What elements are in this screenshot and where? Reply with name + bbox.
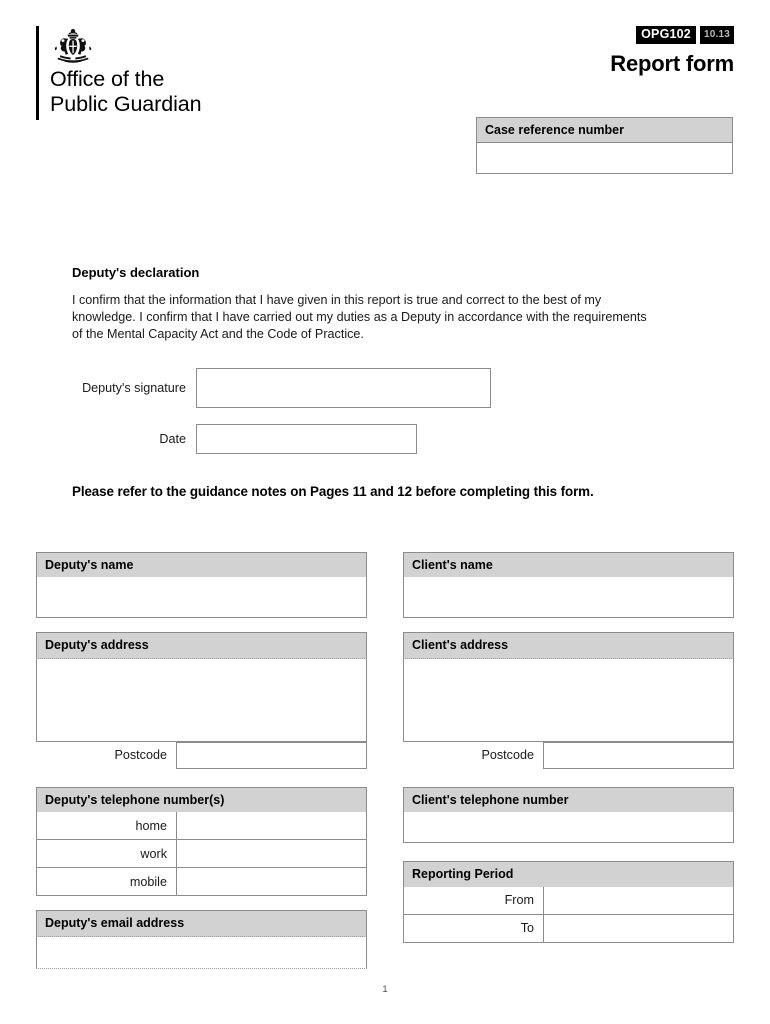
deputy-postcode-input[interactable] [176,741,367,769]
organisation-name: Office of the Public Guardian [50,67,202,116]
client-postcode-input[interactable] [543,741,734,769]
guidance-note: Please refer to the guidance notes on Pa… [72,484,594,499]
reporting-period-from-row: From [403,886,734,915]
organisation-branding: Office of the Public Guardian [36,26,202,120]
brand-body: Office of the Public Guardian [50,26,202,117]
deputy-signature-input[interactable] [196,368,491,408]
client-name-block: Client's name [403,552,734,619]
declaration-date-label: Date [159,432,186,446]
deputy-postcode-row: Postcode [36,741,367,769]
declaration-body: I confirm that the information that I ha… [72,293,647,342]
deputy-telephone-block: Deputy's telephone number(s) home work m… [36,786,367,897]
deputy-phone-home-input[interactable] [177,812,366,840]
deputy-phone-mobile-input[interactable] [177,868,366,896]
client-postcode-label: Postcode [481,748,534,763]
client-details-column: Client's name Client's address Postcode … [403,552,734,943]
client-address-label: Client's address [403,632,734,659]
declaration-date-input[interactable] [196,424,417,454]
deputy-phone-home-label: home [37,812,177,840]
client-name-label: Client's name [403,552,734,578]
brand-rule-divider [36,26,39,120]
client-telephone-label: Client's telephone number [403,786,734,813]
deputy-postcode-label: Postcode [114,748,167,763]
page-title: Report form [610,51,734,76]
declaration-section: Deputy's declaration I confirm that the … [72,265,657,344]
client-address-input[interactable] [403,658,734,742]
client-postcode-row: Postcode [403,741,734,769]
deputy-telephone-label: Deputy's telephone number(s) [36,786,367,813]
form-version-badge: 10.13 [699,26,734,44]
client-telephone-input[interactable] [403,812,734,844]
case-reference-block: Case reference number [476,117,733,175]
deputy-address-block: Deputy's address Postcode [36,632,367,769]
deputy-phone-mobile-label: mobile [37,868,177,896]
deputy-phone-work-input[interactable] [177,840,366,868]
reporting-period-label: Reporting Period [403,861,734,887]
form-code-badge: OPG102 [636,26,696,44]
client-address-block: Client's address Postcode [403,632,734,769]
deputy-address-input[interactable] [36,658,367,742]
deputy-details-column: Deputy's name Deputy's address Postcode … [36,552,367,969]
reporting-period-from-input[interactable] [544,886,733,914]
deputy-signature-row: Deputy's signature [72,368,491,408]
reporting-period-to-label: To [404,914,544,942]
deputy-phone-work-row: work [36,840,367,869]
deputy-phone-work-label: work [37,840,177,868]
deputy-address-label: Deputy's address [36,632,367,659]
deputy-name-label: Deputy's name [36,552,367,578]
declaration-title: Deputy's declaration [72,265,200,280]
reporting-period-to-row: To [403,914,734,943]
client-name-input[interactable] [403,577,734,619]
case-reference-input[interactable] [476,142,733,175]
page-number: 1 [382,984,388,995]
royal-coat-of-arms-icon [54,29,92,63]
deputy-email-input[interactable] [36,936,367,969]
reporting-period-from-label: From [404,886,544,914]
form-page: Office of the Public Guardian OPG102 10.… [0,0,770,1024]
deputy-name-block: Deputy's name [36,552,367,619]
reporting-period-to-input[interactable] [544,914,733,942]
deputy-name-input[interactable] [36,577,367,619]
header-right-group: OPG102 10.13 Report form [610,26,734,75]
reporting-period-block: Reporting Period From To [403,861,734,943]
case-reference-label: Case reference number [476,117,733,143]
deputy-email-label: Deputy's email address [36,910,367,937]
deputy-phone-home-row: home [36,812,367,841]
form-badges: OPG102 10.13 [610,26,734,44]
declaration-date-row: Date [72,424,417,454]
deputy-signature-label: Deputy's signature [82,381,186,395]
client-telephone-block: Client's telephone number [403,786,734,844]
deputy-email-block: Deputy's email address [36,910,367,969]
deputy-phone-mobile-row: mobile [36,868,367,897]
